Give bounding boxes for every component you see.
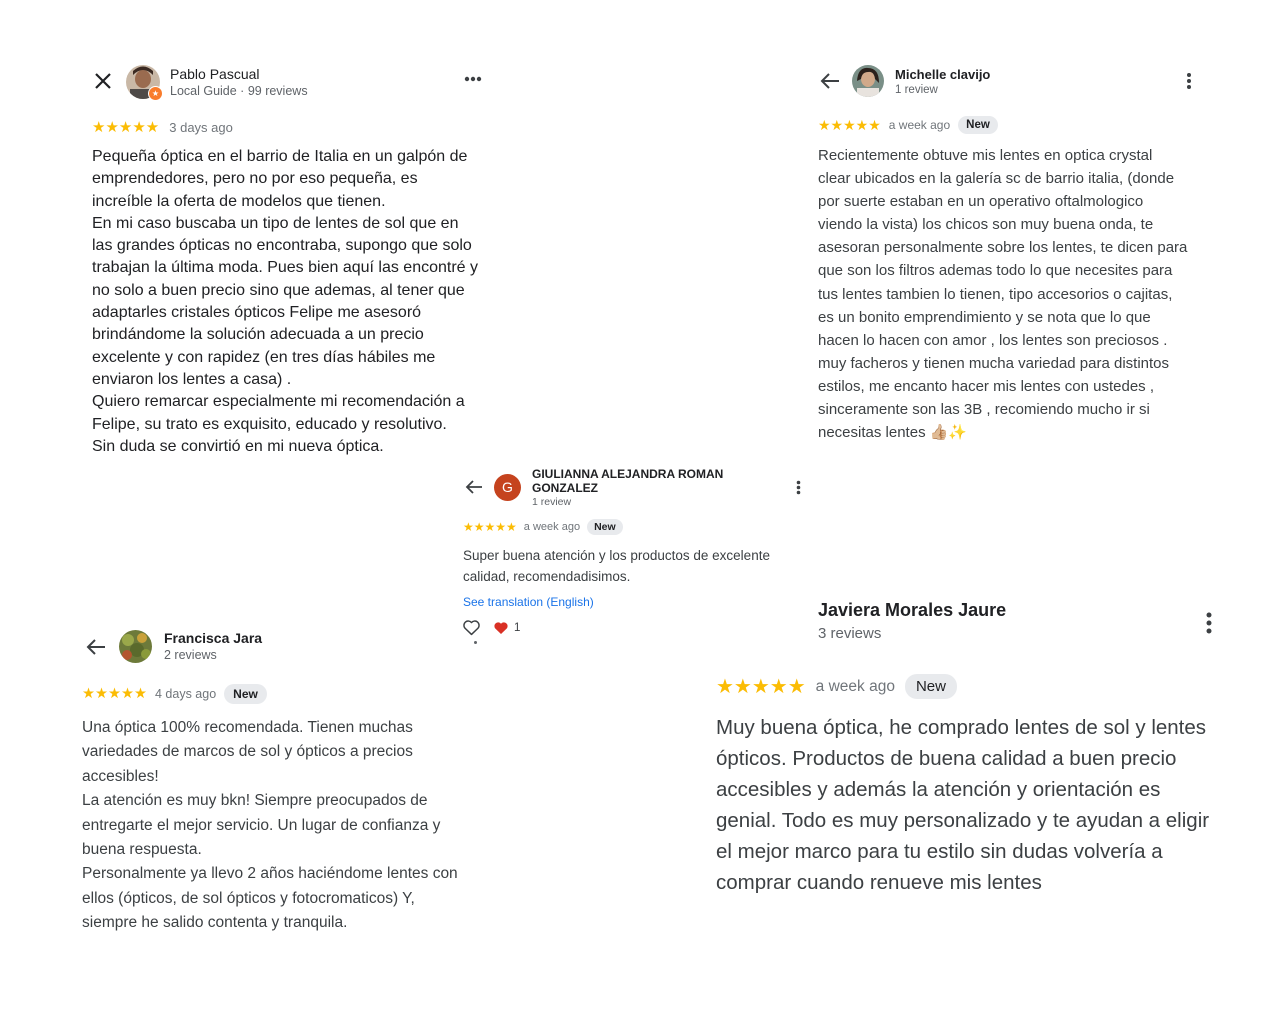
avatar[interactable]: G [494, 473, 521, 501]
review-time: 3 days ago [169, 119, 233, 135]
avatar[interactable] [119, 629, 152, 663]
more-vert-icon[interactable] [1206, 612, 1212, 634]
back-arrow-icon[interactable] [86, 638, 106, 656]
more-vert-icon[interactable] [1186, 72, 1192, 90]
author-subtitle: 3 reviews [818, 625, 882, 642]
star-rating: ★★★★★ [92, 119, 160, 136]
review-text: Recientemente obtuve mis lentes en optic… [818, 147, 1188, 442]
review-card-pablo: ★ Pablo Pascual Local Guide · 99 reviews… [84, 60, 504, 458]
new-badge: New [958, 116, 998, 134]
avatar[interactable] [852, 65, 884, 97]
review-header: G GIULIANNA ALEJANDRA ROMAN GONZALEZ 1 r… [462, 465, 807, 509]
author-name[interactable]: Javiera Morales Jaure [818, 600, 1226, 621]
review-time: 4 days ago [155, 687, 217, 701]
author-subtitle: 1 review [532, 495, 572, 508]
review-meta: ★★★★★ 3 days ago [92, 118, 504, 136]
heart-filled-icon[interactable] [493, 621, 509, 635]
avatar[interactable]: ★ [126, 65, 163, 101]
review-header: ★ Pablo Pascual Local Guide · 99 reviews [84, 60, 504, 104]
review-header: Francisca Jara 2 reviews [80, 626, 490, 666]
new-badge: New [904, 674, 957, 699]
new-badge: New [587, 519, 623, 535]
star-rating: ★★★★★ [818, 116, 881, 133]
review-header: Javiera Morales Jaure 3 reviews [716, 600, 1226, 646]
review-text: Muy buena óptica, he comprado lentes de … [716, 716, 1210, 894]
back-arrow-icon[interactable] [465, 479, 483, 495]
reaction-count: 1 [514, 621, 521, 634]
review-time: a week ago [523, 521, 581, 533]
review-meta: ★★★★★ a week ago New [818, 116, 1206, 134]
review-text: Pequeña óptica en el barrio de Italia en… [92, 148, 479, 455]
author-subtitle: 1 review [895, 83, 938, 96]
review-text: Super buena atención y los productos de … [463, 548, 770, 584]
star-rating: ★★★★★ [463, 520, 517, 534]
author-name[interactable]: Pablo Pascual [170, 66, 308, 82]
review-meta: ★★★★★ a week ago New [463, 519, 807, 535]
more-vert-icon[interactable] [796, 480, 801, 495]
star-rating: ★★★★★ [716, 676, 806, 698]
review-text: Una óptica 100% recomendada. Tienen much… [82, 719, 458, 932]
author-name[interactable]: GIULIANNA ALEJANDRA ROMAN GONZALEZ [532, 467, 747, 495]
author-subtitle: Local Guide · 99 reviews [170, 84, 308, 98]
back-arrow-icon[interactable] [820, 72, 840, 90]
review-card-michelle: Michelle clavijo 1 review ★★★★★ a week a… [816, 60, 1206, 444]
new-badge: New [224, 684, 267, 704]
author-subtitle: 2 reviews [164, 648, 217, 662]
local-guide-badge-icon: ★ [148, 86, 163, 101]
author-name[interactable]: Michelle clavijo [895, 67, 990, 82]
close-icon[interactable] [94, 72, 112, 90]
review-meta: ★★★★★ a week ago New [716, 674, 1226, 699]
review-time: a week ago [888, 118, 951, 132]
review-time: a week ago [815, 677, 895, 695]
more-horiz-icon[interactable] [464, 76, 482, 82]
review-header: Michelle clavijo 1 review [816, 60, 1206, 102]
review-card-francisca: Francisca Jara 2 reviews ★★★★★ 4 days ag… [80, 626, 490, 936]
star-rating: ★★★★★ [82, 686, 147, 702]
review-meta: ★★★★★ 4 days ago New [82, 684, 490, 704]
author-name[interactable]: Francisca Jara [164, 630, 262, 646]
review-card-javiera: Javiera Morales Jaure 3 reviews ★★★★★ a … [716, 600, 1226, 898]
